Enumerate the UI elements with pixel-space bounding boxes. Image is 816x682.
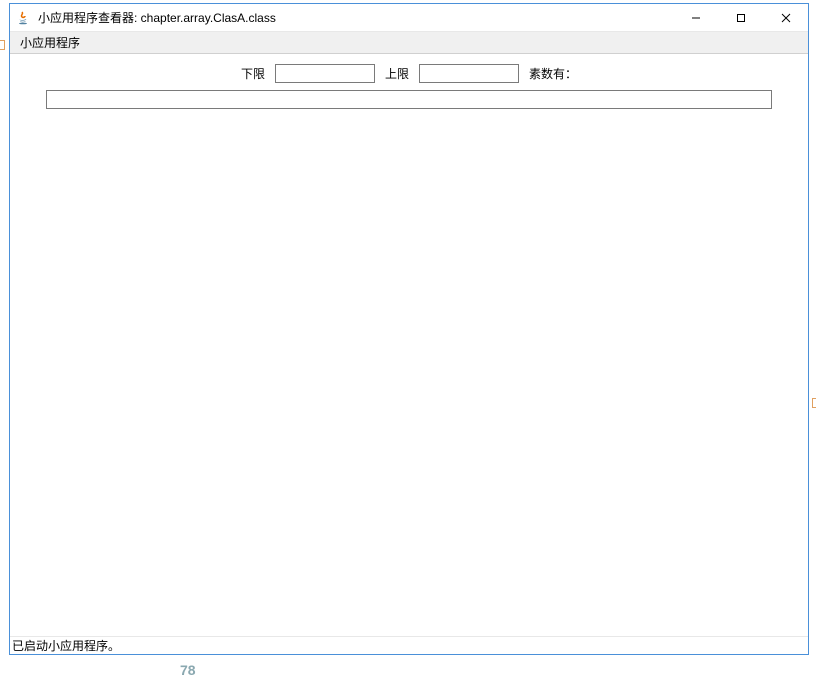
status-text: 已启动小应用程序。 [12, 637, 120, 654]
java-icon [16, 10, 32, 26]
window-controls [673, 4, 808, 31]
result-row [46, 90, 772, 109]
titlebar-left: 小应用程序查看器: chapter.array.ClasA.class [10, 9, 673, 26]
titlebar: 小应用程序查看器: chapter.array.ClasA.class [10, 4, 808, 32]
maximize-button[interactable] [718, 4, 763, 32]
window-title: 小应用程序查看器: chapter.array.ClasA.class [38, 9, 276, 26]
minimize-button[interactable] [673, 4, 718, 32]
lower-limit-label: 下限 [241, 65, 265, 82]
input-row: 下限 上限 素数有： [10, 64, 808, 83]
applet-menu[interactable]: 小应用程序 [14, 32, 86, 53]
result-input[interactable] [46, 90, 772, 109]
upper-limit-input[interactable] [419, 64, 519, 83]
lower-limit-input[interactable] [275, 64, 375, 83]
applet-viewer-window: 小应用程序查看器: chapter.array.ClasA.class 小应用程… [9, 3, 809, 655]
background-number: 78 [180, 662, 196, 678]
primes-label: 素数有： [529, 65, 577, 82]
statusbar: 已启动小应用程序。 [10, 636, 808, 654]
close-button[interactable] [763, 4, 808, 32]
background-artifact-left [0, 40, 5, 50]
applet-area: 下限 上限 素数有： [10, 54, 808, 636]
background-artifact-right [812, 398, 816, 408]
menubar: 小应用程序 [10, 32, 808, 54]
upper-limit-label: 上限 [385, 65, 409, 82]
